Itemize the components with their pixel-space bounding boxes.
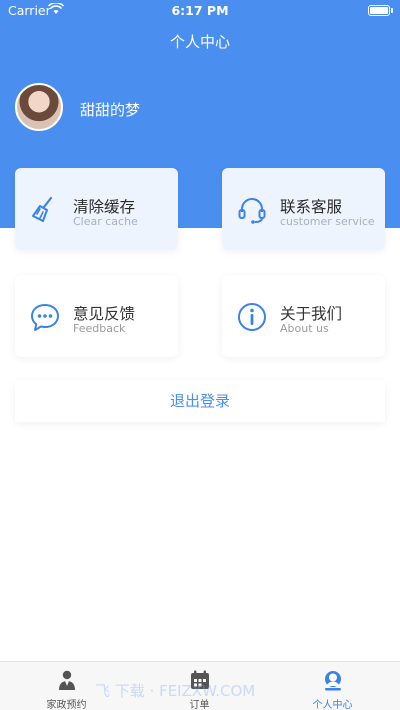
tab-orders[interactable]: 订单 <box>133 662 266 710</box>
card-title: 关于我们 <box>280 305 343 323</box>
avatar[interactable] <box>15 83 63 131</box>
tab-bar: 家政预约 订单 个人中心 <box>0 661 400 710</box>
info-icon <box>238 303 266 331</box>
card-title: 联系客服 <box>280 198 343 216</box>
calendar-icon <box>191 670 209 689</box>
logout-button[interactable]: 退出登录 <box>15 380 385 422</box>
tab-label: 个人中心 <box>312 700 353 710</box>
tab-home-service[interactable]: 家政预约 <box>0 662 133 710</box>
user-icon <box>325 671 341 691</box>
headset-icon <box>238 198 266 224</box>
about-us-card[interactable]: 关于我们 About us <box>222 275 385 357</box>
tab-profile[interactable]: 个人中心 <box>266 662 399 710</box>
tab-label: 家政预约 <box>46 700 87 710</box>
card-subtitle: About us <box>280 322 329 335</box>
clear-cache-card[interactable]: 清除缓存 Clear cache <box>15 168 178 250</box>
broom-icon <box>32 196 53 222</box>
card-subtitle: customer service <box>280 215 375 228</box>
battery-icon <box>368 5 393 16</box>
card-subtitle: Clear cache <box>73 215 138 228</box>
chat-bubble-icon <box>31 304 59 331</box>
tab-label: 订单 <box>189 700 210 710</box>
card-title: 意见反馈 <box>73 305 136 323</box>
customer-service-card[interactable]: 联系客服 customer service <box>222 168 385 250</box>
username: 甜甜的梦 <box>80 101 141 119</box>
feedback-card[interactable]: 意见反馈 Feedback <box>15 275 178 357</box>
worker-icon <box>59 670 75 690</box>
status-bar: Carrier 6:17 PM <box>0 0 400 22</box>
page-title: 个人中心 <box>169 33 230 51</box>
card-title: 清除缓存 <box>73 198 136 216</box>
card-subtitle: Feedback <box>73 322 126 335</box>
status-time: 6:17 PM <box>171 3 229 18</box>
